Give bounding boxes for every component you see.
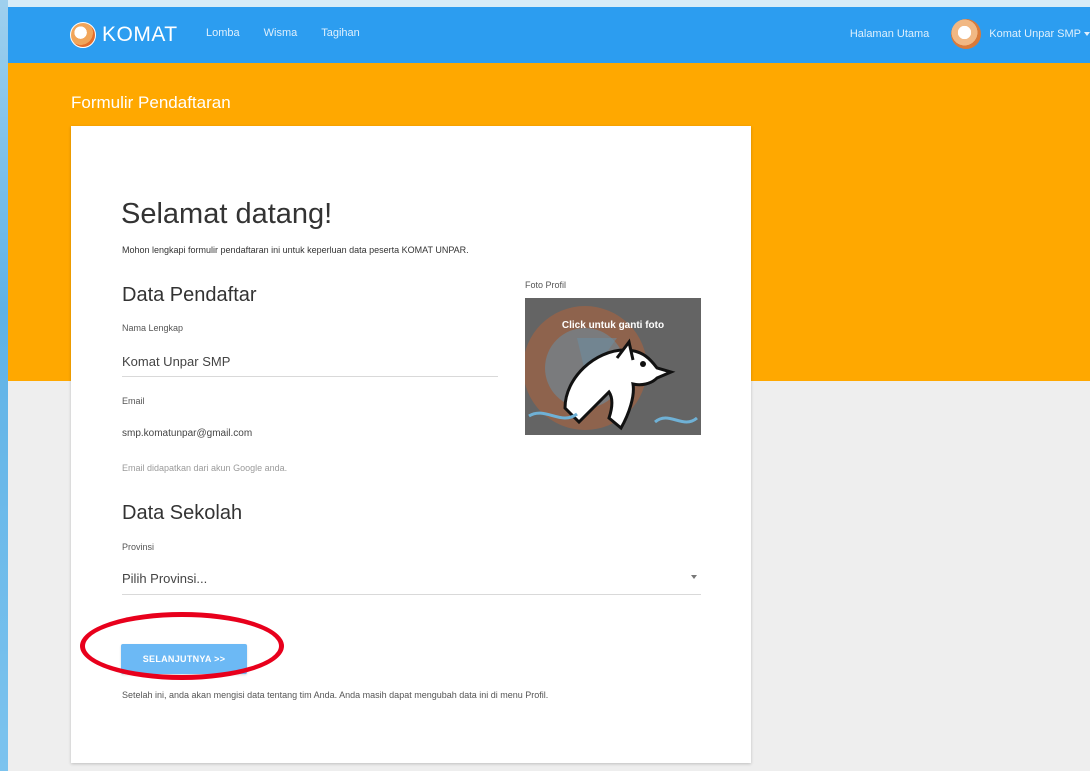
province-label: Provinsi <box>122 542 155 552</box>
nav-link-wisma[interactable]: Wisma <box>264 27 298 39</box>
backdrop-top <box>0 0 1090 7</box>
registrant-section-title: Data Pendaftar <box>122 284 257 306</box>
chevron-down-icon[interactable] <box>691 575 697 579</box>
province-select[interactable]: Pilih Provinsi... <box>122 571 207 586</box>
komat-logo-icon <box>70 22 96 48</box>
brand-text: KOMAT <box>102 23 178 46</box>
nav-link-tagihan[interactable]: Tagihan <box>321 27 360 39</box>
photo-change-text: Click untuk ganti foto <box>561 320 665 331</box>
nav-link-lomba[interactable]: Lomba <box>206 27 240 39</box>
dolphin-photo-icon <box>525 306 698 431</box>
province-underline <box>122 594 701 595</box>
registration-card: Selamat datang! Mohon lengkapi formulir … <box>71 126 751 763</box>
full-name-label: Nama Lengkap <box>122 323 184 333</box>
email-helper-text: Email didapatkan dari akun Google anda. <box>122 463 288 473</box>
user-avatar[interactable] <box>951 19 982 49</box>
nav-links: Lomba Wisma Tagihan <box>206 27 360 39</box>
photo-label: Foto Profil <box>525 280 567 290</box>
email-value: smp.komatunpar@gmail.com <box>122 428 253 439</box>
nav-right: Halaman Utama Komat Unpar SMP <box>850 19 1090 49</box>
email-label: Email <box>122 396 145 406</box>
school-section-title: Data Sekolah <box>122 502 243 524</box>
browser-viewport: KOMAT Lomba Wisma Tagihan Halaman Utama … <box>8 7 1090 771</box>
full-name-underline <box>122 376 498 377</box>
intro-text: Mohon lengkapi formulir pendaftaran ini … <box>122 245 469 255</box>
nav-link-home[interactable]: Halaman Utama <box>850 28 929 40</box>
top-navbar: KOMAT Lomba Wisma Tagihan Halaman Utama … <box>8 7 1090 63</box>
full-name-input[interactable]: Komat Unpar SMP <box>122 354 230 369</box>
profile-photo[interactable]: Click untuk ganti foto <box>525 298 701 435</box>
user-menu[interactable]: Komat Unpar SMP <box>989 28 1081 40</box>
next-button[interactable]: SELANJUTNYA >> <box>121 644 247 674</box>
welcome-heading: Selamat datang! <box>121 198 333 230</box>
backdrop-left <box>0 0 8 771</box>
page-title: Formulir Pendaftaran <box>71 93 231 112</box>
brand[interactable]: KOMAT <box>70 20 178 50</box>
footer-note: Setelah ini, anda akan mengisi data tent… <box>122 690 549 700</box>
chevron-down-icon[interactable] <box>1084 32 1090 36</box>
